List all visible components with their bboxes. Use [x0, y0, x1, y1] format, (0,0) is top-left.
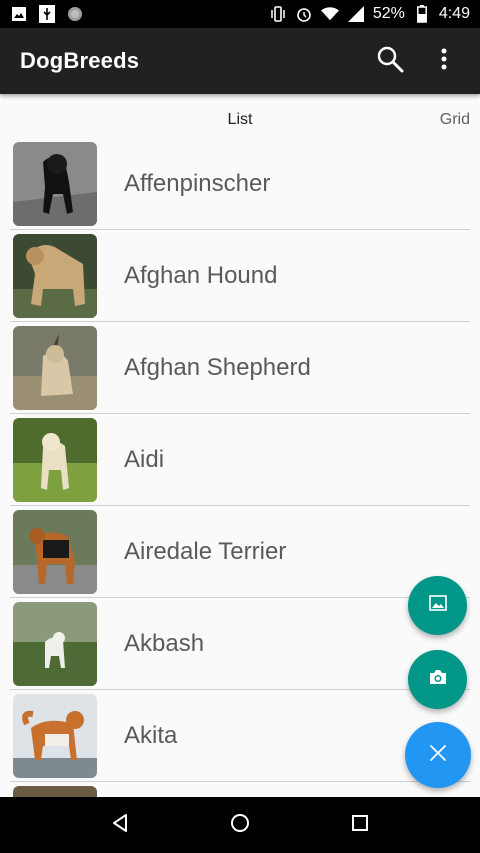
breed-name: Akbash [124, 630, 205, 657]
app-title: DogBreeds [20, 48, 140, 73]
list-item[interactable] [0, 782, 480, 797]
breed-thumbnail [13, 786, 97, 797]
tab-grid[interactable]: Grid [440, 111, 470, 129]
app-bar: DogBreeds [0, 28, 480, 94]
search-button[interactable] [374, 45, 406, 77]
recents-icon [351, 814, 369, 837]
breed-name: Airedale Terrier [124, 538, 287, 565]
more-vert-icon [440, 48, 448, 75]
camera-fab[interactable] [408, 650, 467, 709]
list-item[interactable]: Aidi [0, 414, 480, 506]
close-fab[interactable] [405, 722, 471, 788]
view-tabs: List Grid [0, 94, 480, 138]
breed-thumbnail [13, 602, 97, 686]
breed-thumbnail [13, 142, 97, 226]
status-bar: 52% 4:49 [0, 0, 480, 28]
app-screen: 52% 4:49 DogBreeds List Grid Affenpinsch… [0, 0, 480, 853]
system-nav-bar [0, 797, 480, 853]
home-icon [230, 813, 250, 838]
recents-button[interactable] [340, 805, 380, 845]
breed-thumbnail [13, 694, 97, 778]
breed-thumbnail [13, 418, 97, 502]
list-item[interactable]: Airedale Terrier [0, 506, 480, 598]
back-button[interactable] [100, 805, 140, 845]
list-item[interactable]: Afghan Hound [0, 230, 480, 322]
breed-thumbnail [13, 234, 97, 318]
list-item[interactable]: Afghan Shepherd [0, 322, 480, 414]
circle-icon [66, 5, 84, 23]
home-button[interactable] [220, 805, 260, 845]
breed-thumbnail [13, 326, 97, 410]
breed-name: Aidi [124, 446, 165, 473]
wifi-icon [320, 5, 339, 23]
breed-thumbnail [13, 510, 97, 594]
overflow-menu-button[interactable] [428, 45, 460, 77]
close-icon [429, 744, 447, 767]
image-icon [10, 5, 28, 23]
breed-name: Afghan Shepherd [124, 354, 311, 381]
battery-icon [413, 5, 431, 23]
breed-name: Affenpinscher [124, 170, 271, 197]
list-item[interactable]: Affenpinscher [0, 138, 480, 230]
vibrate-icon [269, 5, 287, 23]
gallery-fab[interactable] [408, 576, 467, 635]
signal-icon [347, 5, 365, 23]
back-icon [111, 813, 129, 838]
breed-name: Afghan Hound [124, 262, 278, 289]
clock: 4:49 [438, 5, 470, 22]
alarm-icon [295, 5, 313, 23]
battery-percent: 52% [372, 5, 405, 22]
camera-icon [428, 669, 448, 690]
search-icon [376, 45, 404, 78]
breed-list[interactable]: Affenpinscher Afghan Hound Afghan Shephe… [0, 138, 480, 797]
tab-list[interactable]: List [0, 111, 480, 129]
breed-name: Akita [124, 722, 178, 749]
image-icon [428, 595, 447, 616]
usb-icon [38, 5, 56, 23]
